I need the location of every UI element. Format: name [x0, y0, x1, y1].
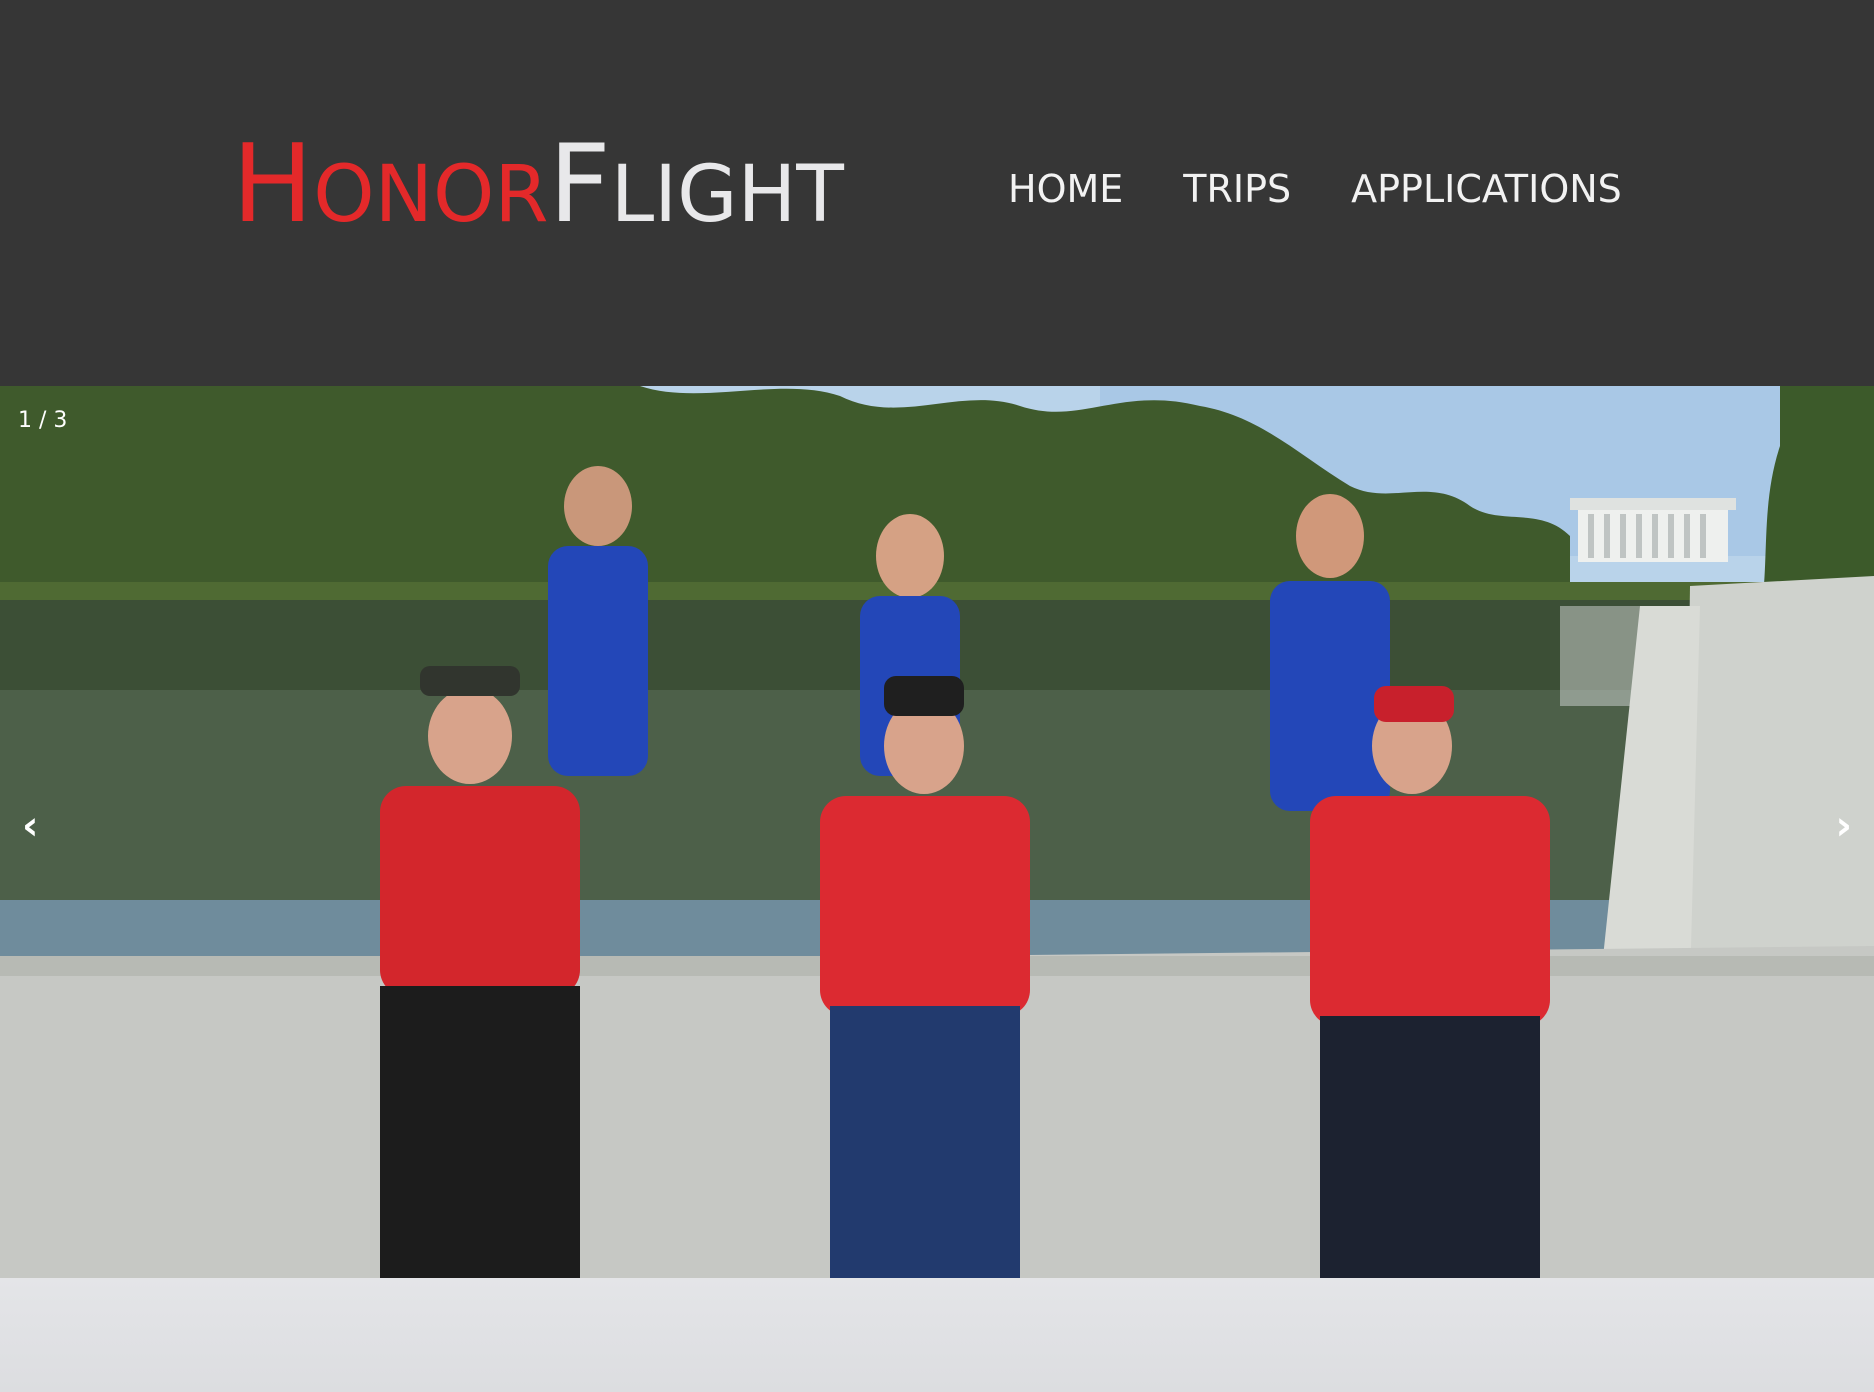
- content-area: [0, 1278, 1874, 1392]
- chevron-right-icon[interactable]: ›: [1836, 806, 1852, 846]
- slide-counter: 1 / 3: [18, 408, 68, 433]
- main-nav: HOME TRIPS APPLICATIONS: [1008, 166, 1622, 212]
- nav-trips[interactable]: TRIPS: [1183, 166, 1291, 212]
- honor-flight-logo[interactable]: HONORFLIGHT: [232, 130, 844, 241]
- hero-slider[interactable]: 1 / 3 ‹ ›: [0, 386, 1874, 1278]
- chevron-left-icon[interactable]: ‹: [22, 806, 38, 846]
- logo-word2-rest: LIGHT: [610, 150, 844, 240]
- site-header: HONORFLIGHT HOME TRIPS APPLICATIONS: [0, 0, 1874, 386]
- logo-word1-rest: ONOR: [313, 150, 549, 240]
- logo-word2-initial: F: [548, 122, 611, 247]
- slide-photo: [0, 386, 1874, 1278]
- nav-home[interactable]: HOME: [1008, 166, 1123, 212]
- nav-applications[interactable]: APPLICATIONS: [1351, 166, 1622, 212]
- logo-word1-initial: H: [232, 122, 314, 247]
